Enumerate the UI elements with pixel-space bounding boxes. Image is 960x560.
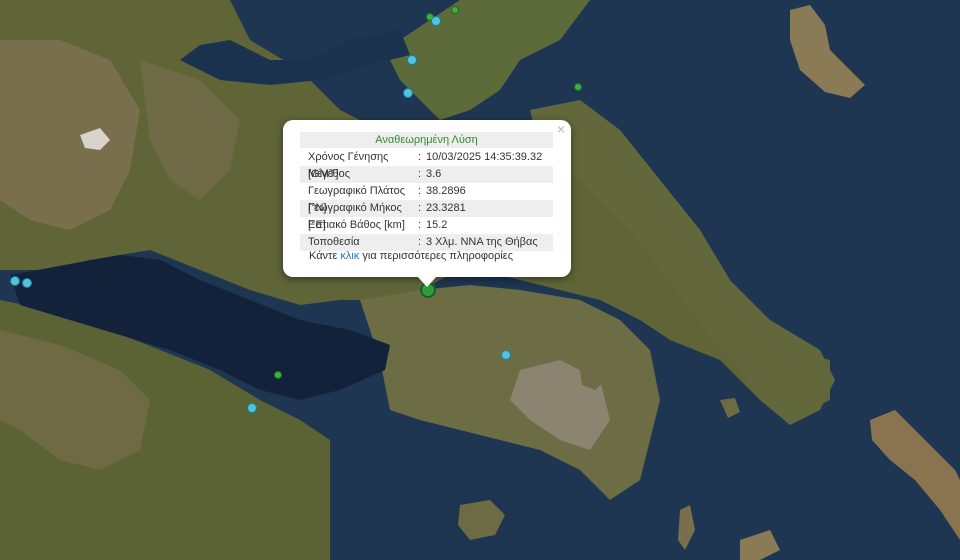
satellite-basemap — [0, 0, 960, 560]
row-separator: : — [418, 185, 422, 197]
row-separator: : — [418, 236, 422, 248]
more-info-link[interactable]: κλικ — [340, 250, 359, 262]
quake-marker[interactable] — [247, 403, 257, 413]
more-info-suffix: για περισσότερες πληροφορίες — [362, 250, 513, 262]
row-separator: : — [418, 219, 422, 231]
table-row: Γεωγραφικό Πλάτος [°N] : 38.2896 — [300, 183, 553, 214]
table-row: Χρόνος Γένησης [GMT] : 10/03/2025 14:35:… — [300, 149, 553, 180]
row-value: 23.3281 — [426, 202, 466, 214]
row-value: 38.2896 — [426, 185, 466, 197]
row-value: 10/03/2025 14:35:39.32 — [426, 151, 543, 163]
row-separator: : — [418, 168, 422, 180]
row-label: Χρόνος Γένησης [GMT] — [308, 151, 389, 180]
row-value: 3.6 — [426, 168, 442, 180]
quake-marker[interactable] — [403, 88, 413, 98]
row-value: 3 Χλμ. ΝΝΑ της Θήβας — [426, 236, 538, 248]
earthquake-info-popup: × Αναθεωρημένη Λύση Χρόνος Γένησης [GMT]… — [283, 120, 571, 287]
table-row: Τοποθεσία : 3 Χλμ. ΝΝΑ της Θήβας — [300, 234, 553, 251]
more-info-text: Κάντε κλικ για περισσότερες πληροφορίες — [309, 250, 513, 262]
row-separator: : — [418, 202, 422, 214]
table-row: Γεωγραφικό Μήκος [°E] : 23.3281 — [300, 200, 553, 231]
close-icon[interactable]: × — [557, 122, 565, 136]
quake-marker[interactable] — [574, 83, 582, 91]
quake-marker[interactable] — [10, 276, 20, 286]
quake-marker[interactable] — [22, 278, 32, 288]
row-label: Εστιακό Βάθος [km] — [308, 219, 405, 231]
row-value: 15.2 — [426, 219, 448, 231]
row-label: Γεωγραφικό Μήκος [°E] — [308, 202, 402, 231]
quake-marker[interactable] — [501, 350, 511, 360]
row-label: Μέγεθος — [308, 168, 351, 180]
map-view[interactable]: × Αναθεωρημένη Λύση Χρόνος Γένησης [GMT]… — [0, 0, 960, 560]
row-label: Τοποθεσία — [308, 236, 360, 248]
table-row: Μέγεθος : 3.6 — [300, 166, 553, 183]
table-row: Εστιακό Βάθος [km] : 15.2 — [300, 217, 553, 234]
quake-marker[interactable] — [407, 55, 417, 65]
row-separator: : — [418, 151, 422, 163]
quake-marker[interactable] — [274, 371, 282, 379]
quake-marker[interactable] — [431, 16, 441, 26]
info-table: Χρόνος Γένησης [GMT] : 10/03/2025 14:35:… — [300, 149, 553, 251]
row-label: Γεωγραφικό Πλάτος [°N] — [308, 185, 406, 214]
quake-marker[interactable] — [451, 6, 459, 14]
popup-title: Αναθεωρημένη Λύση — [300, 132, 553, 148]
more-info-prefix: Κάντε — [309, 250, 338, 262]
